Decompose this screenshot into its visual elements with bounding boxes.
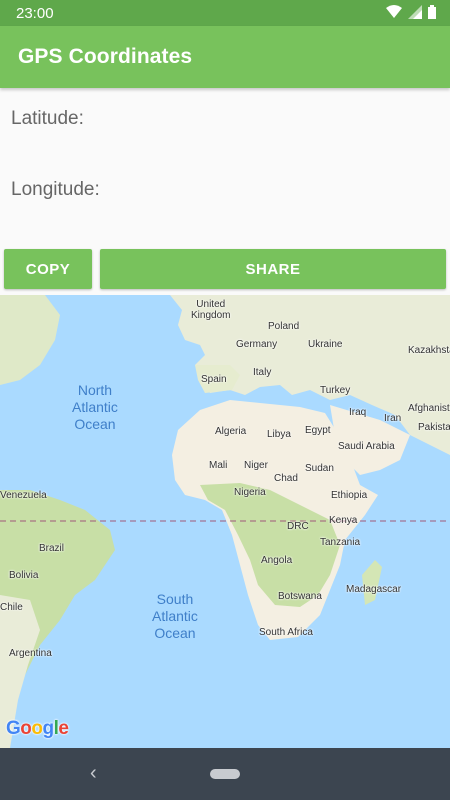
map-label-mali: Mali xyxy=(209,460,228,471)
map-label-libya: Libya xyxy=(267,429,291,440)
map-label-germany: Germany xyxy=(236,339,278,350)
map-label-united-kingdom: United Kingdom xyxy=(191,299,231,321)
map-landmass-madagascar xyxy=(362,560,382,605)
map-label-south-africa: South Africa xyxy=(259,627,313,638)
map-label-saudi-arabia: Saudi Arabia xyxy=(338,441,395,452)
map-label-egypt: Egypt xyxy=(305,425,331,436)
map-view[interactable]: United Kingdom Poland Germany Ukraine Ka… xyxy=(0,295,450,748)
map-label-ethiopia: Ethiopia xyxy=(331,490,368,501)
navigation-bar: ‹ xyxy=(0,748,450,800)
map-label-algeria: Algeria xyxy=(215,426,247,437)
map-label-madagascar: Madagascar xyxy=(346,584,402,595)
map-label-angola: Angola xyxy=(261,555,293,566)
map-land xyxy=(0,295,450,748)
map-label-ukraine: Ukraine xyxy=(308,339,343,350)
map-label-botswana: Botswana xyxy=(278,591,322,602)
map-label-tanzania: Tanzania xyxy=(320,537,361,548)
map-label-bolivia: Bolivia xyxy=(9,570,39,581)
map-label-nigeria: Nigeria xyxy=(234,487,266,498)
map-label-niger: Niger xyxy=(244,460,268,471)
latitude-label: Latitude: xyxy=(11,108,84,129)
map-label-chad: Chad xyxy=(274,473,298,484)
map-label-turkey: Turkey xyxy=(320,385,351,396)
status-bar: 23:00 xyxy=(0,0,450,26)
map-label-pakistan: Pakista xyxy=(418,422,450,433)
share-button[interactable]: SHARE xyxy=(100,249,446,289)
map-label-sudan: Sudan xyxy=(305,463,334,474)
longitude-label: Longitude: xyxy=(11,179,100,200)
status-time: 23:00 xyxy=(16,5,54,22)
status-icons xyxy=(386,5,436,19)
map-label-brazil: Brazil xyxy=(39,543,65,554)
google-logo: Google xyxy=(6,718,69,739)
map-label-argentina: Argentina xyxy=(9,648,52,659)
battery-icon xyxy=(428,5,436,19)
map-label-poland: Poland xyxy=(268,321,300,332)
copy-button[interactable]: COPY xyxy=(4,249,92,289)
signal-icon xyxy=(408,5,422,19)
map-label-chile: Chile xyxy=(0,602,23,613)
map-label-drc: DRC xyxy=(287,521,309,532)
back-icon[interactable]: ‹ xyxy=(90,762,97,785)
map-label-kazakhstan: Kazakhsta xyxy=(408,345,450,356)
map-label-iraq: Iraq xyxy=(349,407,367,418)
map-label-afghanistan: Afghanist xyxy=(408,403,450,414)
app-bar: GPS Coordinates xyxy=(0,26,450,88)
map-landmass-north-america xyxy=(0,295,60,385)
map-label-italy: Italy xyxy=(253,367,272,378)
home-pill-icon[interactable] xyxy=(210,769,240,779)
map-label-south-atlantic-ocean: South Atlantic Ocean xyxy=(152,591,198,641)
wifi-icon xyxy=(386,5,402,18)
map-label-venezuela: Venezuela xyxy=(0,490,47,501)
app-title: GPS Coordinates xyxy=(18,45,193,68)
map-label-spain: Spain xyxy=(201,374,227,385)
map-label-north-atlantic-ocean: North Atlantic Ocean xyxy=(72,382,118,432)
map-label-kenya: Kenya xyxy=(329,515,358,526)
map-label-iran: Iran xyxy=(384,413,402,424)
